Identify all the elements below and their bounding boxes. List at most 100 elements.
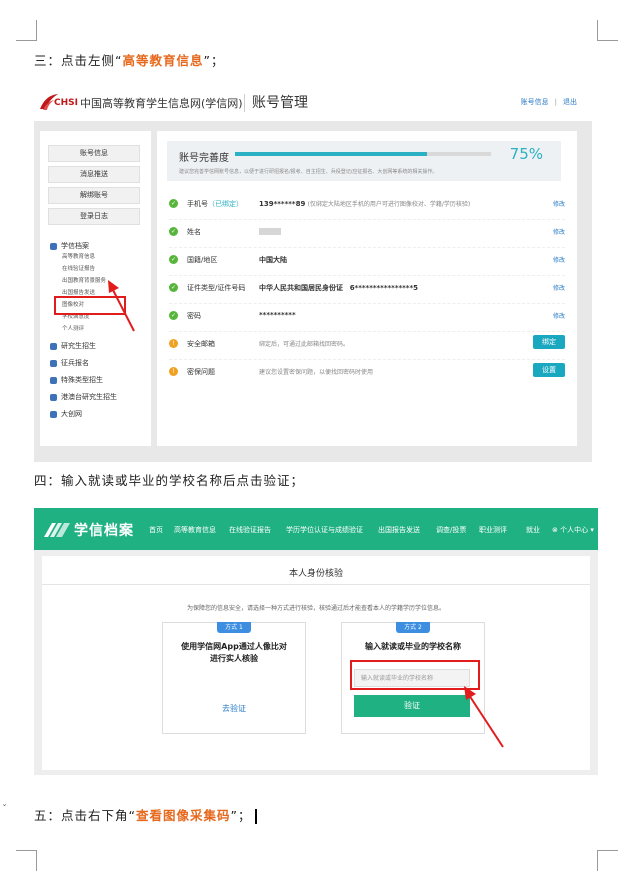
blurred-name (259, 227, 281, 235)
sidebar-section-special[interactable]: 特殊类型招生 (50, 375, 103, 385)
phone-row: ✓ 手机号（已绑定） 139******89 (仅绑定大陆地区手机的用户可进行图… (169, 191, 565, 220)
nav-item-home[interactable]: 首页 (149, 525, 163, 535)
phone-value: 139******89 (259, 200, 306, 208)
nav-item-survey[interactable]: 调查/投票 (436, 525, 466, 535)
nav-title[interactable]: 学信档案 (74, 520, 134, 540)
edit-name-link[interactable]: 修改 (553, 227, 565, 236)
email-hint: 绑定后，可通过此邮箱找回密码。 (259, 341, 350, 348)
site-name[interactable]: 中国高等教育学生信息网(学信网) (80, 95, 243, 111)
sidebar-item-higher-education[interactable]: 高等教育信息 (62, 252, 95, 260)
step-5-suffix: ”； (230, 808, 252, 823)
unbind-account-button[interactable]: 解绑账号 (48, 187, 140, 204)
sidebar-section-grad[interactable]: 研究生招生 (50, 341, 96, 351)
account-info-button[interactable]: 账号信息 (48, 145, 140, 162)
sidebar-item-abroad-report[interactable]: 出国报告发送 (62, 288, 95, 296)
nationality-value: 中国大陆 (259, 256, 287, 264)
check-icon: ✓ (169, 255, 178, 264)
bind-email-button[interactable]: 绑定 (533, 335, 565, 349)
chevron-down-icon: ▾ (590, 526, 594, 534)
header-links: 账号信息 | 退出 (518, 97, 580, 107)
completeness-box: 账号完善度 75% 建议您完善学信网账号信息，以便于进行研招报名/报考、自主招生… (167, 141, 561, 181)
phone-label: 手机号 (187, 200, 208, 208)
account-management-screenshot: CHSI 中国高等教育学生信息网(学信网) 账号管理 账号信息 | 退出 账号信息 … (34, 85, 592, 462)
verify-button[interactable]: 验证 (354, 695, 470, 717)
sidebar-section-innovation[interactable]: 大创网 (50, 409, 82, 419)
link-separator: | (554, 98, 557, 106)
sidebar-section-hk-tw[interactable]: 港澳台研究生招生 (50, 392, 117, 402)
login-log-button[interactable]: 登录日志 (48, 208, 140, 225)
book-logo-icon (44, 523, 70, 537)
account-info-link[interactable]: 账号信息 (521, 98, 549, 106)
nationality-row: ✓ 国籍/地区 中国大陆 修改 (169, 247, 565, 276)
nav-item-abroad-report[interactable]: 出国报告发送 (378, 525, 420, 535)
edit-nationality-link[interactable]: 修改 (553, 255, 565, 264)
sidebar-item-online-report[interactable]: 在线验证报告 (62, 264, 95, 272)
email-label: 安全邮箱 (187, 340, 215, 348)
id-label: 证件类型/证件号码 (187, 284, 246, 292)
sidebar-section-xuexin[interactable]: 学信档案 (50, 241, 89, 251)
sidebar-section-military[interactable]: 征兵报名 (50, 358, 89, 368)
chsi-header: CHSI 中国高等教育学生信息网(学信网) 账号管理 账号信息 | 退出 (34, 85, 592, 121)
warning-icon: ! (169, 367, 178, 376)
section-label: 港澳台研究生招生 (61, 393, 117, 401)
set-security-question-button[interactable]: 设置 (533, 363, 565, 377)
id-type: 中华人民共和国居民身份证 (259, 284, 343, 292)
crop-mark-bottom-left (16, 850, 37, 871)
document-icon (50, 376, 57, 384)
completeness-progress-bar (235, 152, 491, 156)
check-icon: ✓ (169, 199, 178, 208)
step-4-instruction: 四：输入就读或毕业的学校名称后点击验证； (34, 473, 305, 488)
method-1-title-line2: 进行实人核验 (210, 654, 258, 663)
id-number: 6****************5 (349, 284, 418, 292)
header-divider (244, 94, 245, 112)
edit-id-link[interactable]: 修改 (553, 283, 565, 292)
name-value (259, 227, 281, 235)
security-question-hint: 建议您设置密保问题，以便找回密码时使用 (259, 369, 374, 376)
step-3-highlight: 高等教育信息 (122, 53, 204, 68)
page-title: 账号管理 (252, 95, 308, 111)
sidebar-item-abroad-service[interactable]: 出国教育背景服务 (62, 276, 106, 284)
nav-item-certification[interactable]: 学历学位认证与成绩验证 (286, 525, 363, 535)
step-5-prefix: 五：点击右下角“ (34, 808, 136, 823)
margin-mark: ˇ (2, 804, 7, 815)
method-1-box: 方式 1 使用学信网App通过人像比对 进行实人核验 去验证 (162, 622, 306, 734)
password-label: 密码 (187, 312, 201, 320)
annotation-arrow-icon (464, 686, 504, 748)
id-value: 中华人民共和国居民身份证 6****************5 (259, 283, 418, 293)
account-body: 账号信息 消息推送 解绑账号 登录日志 学信档案 高等教育信息 在线验证报告 出… (34, 121, 592, 462)
card-divider (42, 584, 590, 585)
nav-item-higher-education[interactable]: 高等教育信息 (174, 525, 216, 535)
nav-item-online-report[interactable]: 在线验证报告 (229, 525, 271, 535)
user-center-menu[interactable]: ⊗ 个人中心 ▾ (552, 525, 594, 535)
check-icon: ✓ (169, 311, 178, 320)
method-1-title-line1: 使用学信网App通过人像比对 (181, 642, 287, 651)
bound-tag: （已绑定） (208, 200, 243, 208)
check-icon: ✓ (169, 283, 178, 292)
step-5-instruction: 五：点击右下角“查看图像采集码”； (34, 805, 258, 824)
go-verify-link[interactable]: 去验证 (163, 703, 305, 714)
method-1-tag: 方式 1 (217, 622, 251, 633)
section-label: 学信档案 (61, 242, 89, 250)
verification-title: 本人身份核验 (288, 569, 343, 579)
identity-verification-screenshot: 学信档案 首页 高等教育信息 在线验证报告 学历学位认证与成绩验证 出国报告发送… (34, 508, 598, 775)
security-question-label: 密保问题 (187, 368, 215, 376)
password-value: ********** (259, 311, 296, 319)
section-label: 研究生招生 (61, 342, 96, 350)
crop-mark-bottom-right (597, 850, 618, 871)
users-icon (50, 393, 57, 401)
nav-item-employment[interactable]: 就业 (526, 525, 540, 535)
check-icon: ✓ (169, 227, 178, 236)
method-2-tag: 方式 2 (396, 622, 430, 633)
completeness-progress-fill (235, 152, 427, 156)
completeness-tip: 建议您完善学信网账号信息，以便于进行研招报名/报考、自主招生、兵役登记/应征报名… (179, 169, 438, 175)
edit-password-link[interactable]: 修改 (553, 311, 565, 320)
warning-icon: ! (169, 339, 178, 348)
step-3-suffix: ”； (203, 53, 225, 68)
sidebar-item-assessment[interactable]: 个人测评 (62, 324, 84, 332)
logout-link[interactable]: 退出 (563, 98, 577, 106)
text-cursor (255, 809, 258, 824)
edit-phone-link[interactable]: 修改 (553, 199, 565, 208)
message-push-button[interactable]: 消息推送 (48, 166, 140, 183)
step-3-instruction: 三：点击左侧“高等教育信息”； (34, 50, 224, 69)
nav-item-career-test[interactable]: 职业测评 (479, 525, 507, 535)
